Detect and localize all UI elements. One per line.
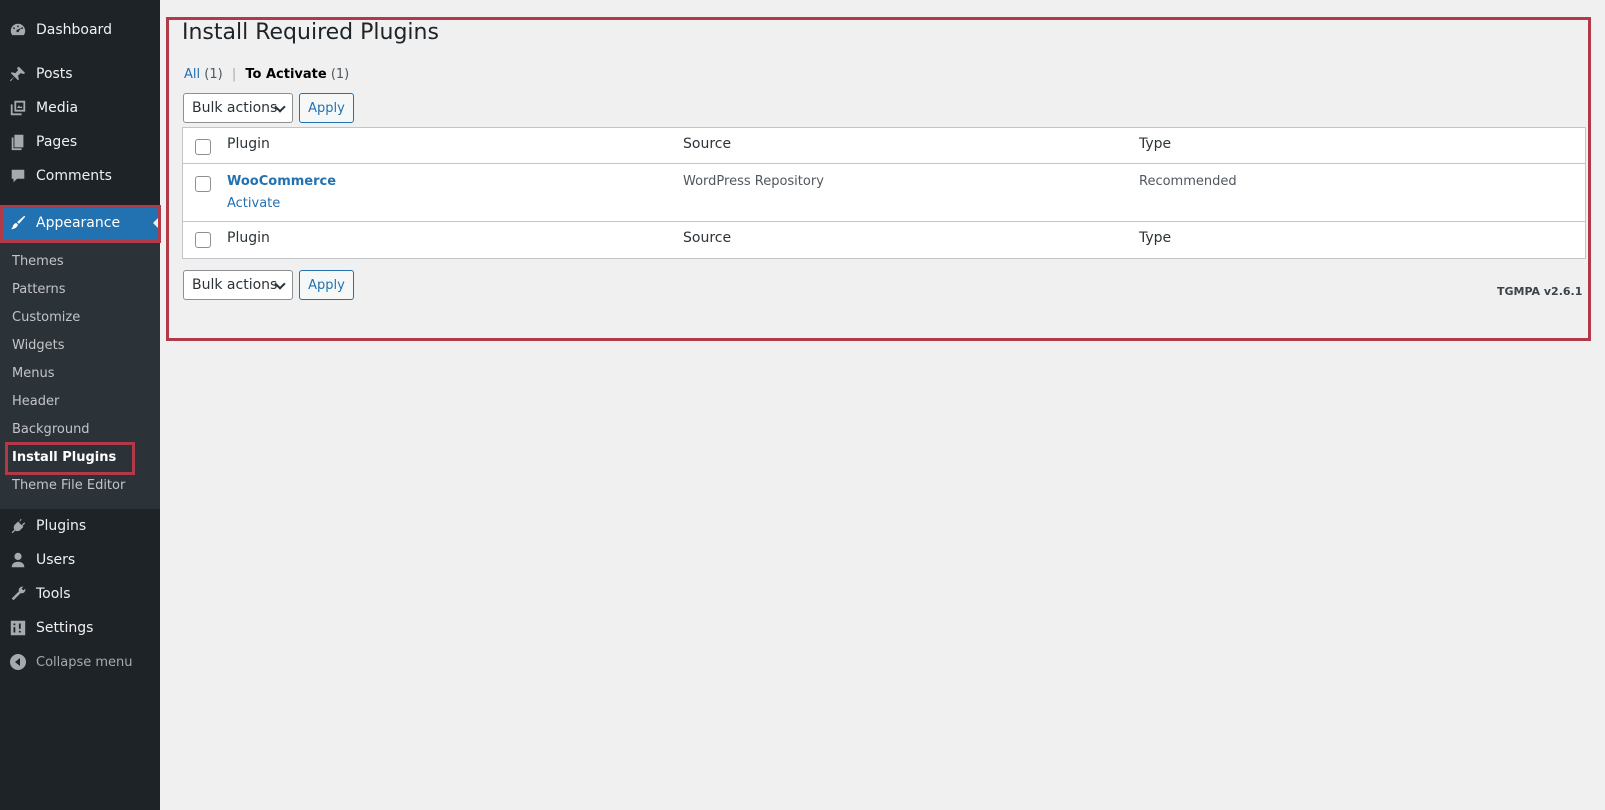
menu-item-comments[interactable]: Comments <box>0 159 160 193</box>
menu-item-settings[interactable]: Settings <box>0 611 160 645</box>
plugin-source: WordPress Repository <box>683 174 824 189</box>
apply-button-top[interactable]: Apply <box>299 93 354 123</box>
menu-label: Appearance <box>36 215 121 231</box>
menu-label: Comments <box>36 168 112 184</box>
plugin-status-filters: All (1) | To Activate (1) <box>184 67 349 82</box>
menu-item-appearance[interactable]: Appearance <box>0 206 160 240</box>
pages-icon <box>0 133 36 151</box>
column-header-source: Source <box>683 136 732 152</box>
page-title: Install Required Plugins <box>182 20 439 45</box>
submenu-item-customize[interactable]: Customize <box>12 310 80 325</box>
admin-sidebar: Dashboard Posts Media Pages Comments App… <box>0 0 161 810</box>
filter-all-link[interactable]: All <box>184 67 200 82</box>
table-header-row: Plugin Source Type <box>183 128 1585 164</box>
submenu-item-background[interactable]: Background <box>12 422 90 437</box>
plugin-type: Recommended <box>1139 174 1237 189</box>
bulk-actions-label: Bulk actions <box>192 100 278 116</box>
collapse-menu-label: Collapse menu <box>36 654 133 670</box>
menu-item-media[interactable]: Media <box>0 91 160 125</box>
submenu-item-header[interactable]: Header <box>12 394 59 409</box>
dashboard-icon <box>0 21 36 39</box>
menu-item-pages[interactable]: Pages <box>0 125 160 159</box>
submenu-item-menus[interactable]: Menus <box>12 366 54 381</box>
version-label: TGMPA v2.6.1 <box>1497 285 1583 298</box>
submenu-item-themes[interactable]: Themes <box>12 254 64 269</box>
filter-all-count: (1) <box>204 67 223 82</box>
wrench-icon <box>0 585 36 603</box>
filter-separator: | <box>231 67 237 82</box>
filter-to-activate-count: (1) <box>330 67 350 82</box>
menu-label: Users <box>36 552 76 568</box>
table-footer-row: Plugin Source Type <box>183 222 1585 259</box>
user-icon <box>0 551 36 569</box>
menu-item-users[interactable]: Users <box>0 543 160 577</box>
column-header-plugin[interactable]: Plugin <box>227 136 270 152</box>
plugin-name-link[interactable]: WooCommerce <box>227 174 336 189</box>
menu-label: Tools <box>36 586 71 602</box>
settings-icon <box>0 619 36 637</box>
column-footer-plugin[interactable]: Plugin <box>227 230 270 246</box>
column-footer-type: Type <box>1139 230 1172 246</box>
submenu-item-widgets[interactable]: Widgets <box>12 338 65 353</box>
bulk-actions-select-bottom[interactable]: Bulk actions <box>183 270 293 300</box>
menu-label: Media <box>36 100 79 116</box>
menu-label: Pages <box>36 134 78 150</box>
menu-label: Dashboard <box>36 22 112 38</box>
activate-link[interactable]: Activate <box>227 196 280 211</box>
active-indicator-arrow <box>153 216 160 230</box>
row-checkbox[interactable] <box>195 176 211 192</box>
bulk-actions-label: Bulk actions <box>192 277 278 293</box>
filter-to-activate-link[interactable]: To Activate <box>245 67 326 82</box>
menu-item-posts[interactable]: Posts <box>0 57 160 91</box>
collapse-icon <box>0 654 36 670</box>
menu-label: Plugins <box>36 518 87 534</box>
media-icon <box>0 99 36 117</box>
submenu-item-install-plugins[interactable]: Install Plugins <box>12 450 116 465</box>
comment-icon <box>0 167 36 185</box>
paintbrush-icon <box>0 214 36 232</box>
submenu-item-theme-file-editor[interactable]: Theme File Editor <box>12 478 125 493</box>
pin-icon <box>0 65 36 83</box>
apply-button-bottom[interactable]: Apply <box>299 270 354 300</box>
plugin-icon <box>0 517 36 535</box>
select-all-checkbox-footer[interactable] <box>195 232 211 248</box>
select-all-checkbox[interactable] <box>195 139 211 155</box>
submenu-item-patterns[interactable]: Patterns <box>12 282 66 297</box>
menu-item-tools[interactable]: Tools <box>0 577 160 611</box>
bulk-actions-select-top[interactable]: Bulk actions <box>183 93 293 123</box>
menu-item-plugins[interactable]: Plugins <box>0 509 160 543</box>
filter-all-label: All <box>184 67 201 82</box>
collapse-menu-button[interactable]: Collapse menu <box>0 645 160 679</box>
table-row: WooCommerce Activate WordPress Repositor… <box>183 164 1585 222</box>
plugins-table: Plugin Source Type WooCommerce Activate … <box>182 127 1586 259</box>
menu-label: Posts <box>36 66 73 82</box>
column-header-type: Type <box>1139 136 1172 152</box>
column-footer-source: Source <box>683 230 732 246</box>
menu-label: Settings <box>36 620 94 636</box>
menu-item-dashboard[interactable]: Dashboard <box>0 13 160 47</box>
